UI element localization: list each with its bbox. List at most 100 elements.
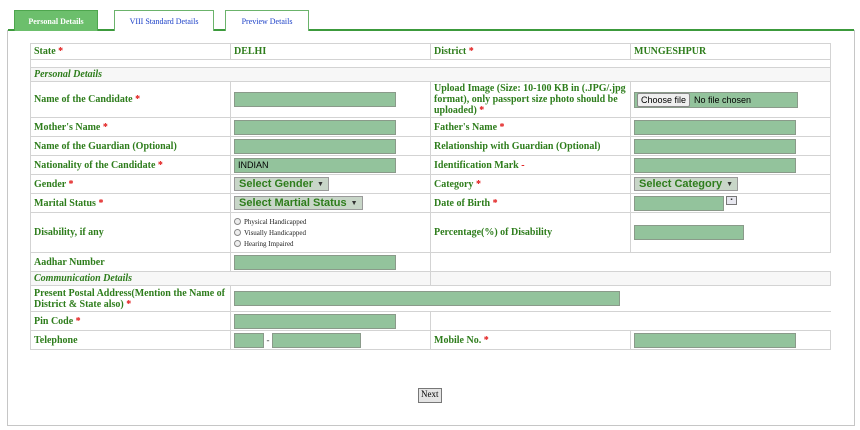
photo-file-input[interactable]: Choose file No file chosen: [634, 91, 798, 108]
dob-label: Date of Birth *: [430, 193, 631, 213]
disability-label: Disability, if any: [30, 212, 231, 253]
mobile-cell: [630, 330, 831, 350]
candidate-row: Name of the Candidate * Upload Image (Si…: [30, 81, 831, 118]
disability-percentage-input[interactable]: [634, 225, 744, 240]
personal-section-row: Personal Details: [30, 67, 831, 82]
gender-cell: Select Gender ▼: [230, 174, 431, 194]
guardian-name-label: Name of the Guardian (Optional): [30, 136, 231, 156]
gender-label: Gender *: [30, 174, 231, 194]
choose-file-button[interactable]: Choose file: [637, 92, 691, 107]
marital-status-label: Marital Status *: [30, 193, 231, 213]
disability-options-cell: Physical Handicapped Visually Handicappe…: [230, 212, 431, 253]
mother-name-cell: [230, 117, 431, 137]
nationality-input[interactable]: INDIAN: [234, 157, 396, 173]
upload-image-label: Upload Image (Size: 10-100 KB in (.JPG/.…: [430, 81, 631, 118]
mother-name-input[interactable]: [234, 119, 396, 135]
identification-mark-label: Identification Mark -: [430, 155, 631, 175]
tab-viii-standard-details[interactable]: VIII Standard Details: [114, 10, 214, 31]
postal-address-label: Present Postal Address(Mention the Name …: [30, 285, 231, 312]
aadhar-cell: [230, 252, 431, 272]
aadhar-label: Aadhar Number: [30, 252, 231, 272]
gender-row: Gender * Select Gender ▼ Category * Selec…: [30, 174, 831, 194]
pin-code-input[interactable]: [234, 313, 396, 329]
section-header-filler: [430, 271, 831, 286]
guardian-name-input[interactable]: [234, 138, 396, 154]
std-code-input[interactable]: [234, 332, 264, 348]
dob-cell: ▪: [630, 193, 831, 213]
parents-row: Mother's Name * Father's Name *: [30, 117, 831, 137]
nationality-label: Nationality of the Candidate *: [30, 155, 231, 175]
file-status-text: No file chosen: [694, 94, 752, 105]
category-label: Category *: [430, 174, 631, 194]
state-label: State *: [30, 43, 231, 60]
postal-address-cell: [230, 285, 831, 312]
candidate-name-label: Name of the Candidate *: [30, 81, 231, 118]
calendar-icon[interactable]: ▪: [726, 195, 737, 205]
state-value: DELHI: [230, 43, 431, 60]
nationality-cell: INDIAN: [230, 155, 431, 175]
nationality-row: Nationality of the Candidate * INDIAN Id…: [30, 155, 831, 175]
chevron-down-icon: ▼: [350, 199, 358, 207]
section-header-personal: Personal Details: [30, 67, 831, 82]
telephone-label: Telephone: [30, 330, 231, 350]
radio-physical-handicapped[interactable]: Physical Handicapped: [234, 216, 427, 227]
registration-form: State * DELHI District * MUNGESHPUR Pers…: [30, 43, 831, 350]
identification-mark-cell: [630, 155, 831, 175]
category-select[interactable]: Select Category ▼: [634, 177, 739, 191]
aadhar-input[interactable]: [234, 254, 396, 270]
empty-cell: [430, 252, 831, 272]
address-row: Present Postal Address(Mention the Name …: [30, 285, 831, 312]
candidate-name-cell: [230, 81, 431, 118]
marital-status-select[interactable]: Select Martial Status ▼: [234, 196, 363, 210]
chevron-down-icon: ▼: [316, 180, 324, 188]
upload-image-cell: Choose file No file chosen: [630, 81, 831, 118]
pin-code-label: Pin Code *: [30, 311, 231, 331]
identification-mark-input[interactable]: [634, 157, 796, 173]
district-label: District *: [430, 43, 631, 60]
district-value: MUNGESHPUR: [630, 43, 831, 60]
category-cell: Select Category ▼: [630, 174, 831, 194]
tab-bar: Personal Details VIII Standard Details P…: [8, 6, 854, 31]
spacer-row: [30, 59, 831, 68]
radio-button[interactable]: [234, 218, 241, 225]
marital-status-cell: Select Martial Status ▼: [230, 193, 431, 213]
marital-row: Marital Status * Select Martial Status ▼ …: [30, 193, 831, 213]
postal-address-input[interactable]: [234, 291, 620, 306]
telephone-input[interactable]: [272, 332, 361, 348]
disability-percentage-cell: [630, 212, 831, 253]
mobile-input[interactable]: [634, 332, 796, 348]
guardian-relationship-label: Relationship with Guardian (Optional): [430, 136, 631, 156]
chevron-down-icon: ▼: [726, 180, 734, 188]
pincode-row: Pin Code *: [30, 311, 831, 331]
radio-button[interactable]: [234, 229, 241, 236]
phone-row: Telephone - Mobile No. *: [30, 330, 831, 350]
radio-visually-handicapped[interactable]: Visually Handicapped: [234, 227, 427, 238]
dob-input[interactable]: [634, 195, 724, 211]
guardian-name-cell: [230, 136, 431, 156]
section-header-communication: Communication Details: [30, 271, 431, 286]
father-name-input[interactable]: [634, 119, 796, 135]
radio-hearing-impaired[interactable]: Hearing Impaired: [234, 238, 427, 249]
father-name-cell: [630, 117, 831, 137]
aadhar-row: Aadhar Number: [30, 252, 831, 272]
telephone-cell: -: [230, 330, 431, 350]
gender-select[interactable]: Select Gender ▼: [234, 177, 329, 191]
disability-percentage-label: Percentage(%) of Disability: [430, 212, 631, 253]
communication-section-row: Communication Details: [30, 271, 831, 286]
radio-button[interactable]: [234, 240, 241, 247]
guardian-relationship-cell: [630, 136, 831, 156]
father-name-label: Father's Name *: [430, 117, 631, 137]
tab-personal-details[interactable]: Personal Details: [14, 10, 98, 31]
empty-cell: [430, 311, 831, 331]
guardian-row: Name of the Guardian (Optional) Relation…: [30, 136, 831, 156]
mobile-label: Mobile No. *: [430, 330, 631, 350]
mother-name-label: Mother's Name *: [30, 117, 231, 137]
candidate-name-input[interactable]: [234, 92, 396, 107]
guardian-relationship-input[interactable]: [634, 138, 796, 154]
next-button[interactable]: Next: [418, 388, 442, 403]
telephone-separator: -: [266, 334, 270, 345]
tab-preview-details[interactable]: Preview Details: [225, 10, 309, 31]
disability-row: Disability, if any Physical Handicapped …: [30, 212, 831, 253]
pin-code-cell: [230, 311, 431, 331]
state-row: State * DELHI District * MUNGESHPUR: [30, 43, 831, 60]
